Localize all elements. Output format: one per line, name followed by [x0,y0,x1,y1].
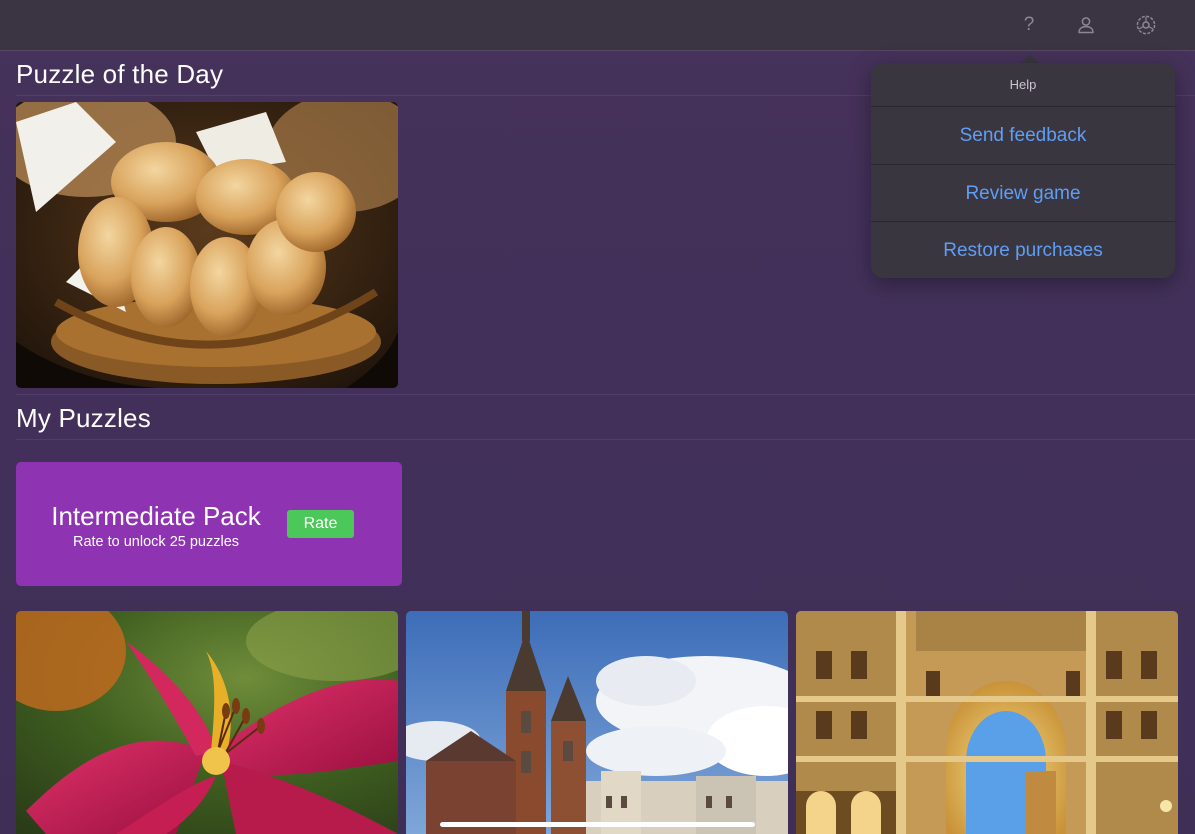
popover-header: Help [1009,77,1037,92]
send-feedback-button[interactable]: Send feedback [871,106,1175,164]
section-divider [16,394,1195,395]
review-game-button[interactable]: Review game [871,164,1175,222]
daily-puzzle-tile[interactable] [16,102,398,388]
puzzle-tile[interactable] [406,611,788,834]
arcade-building-image [796,611,1178,834]
intermediate-pack-card[interactable]: Intermediate Pack Rate to unlock 25 puzz… [16,462,402,586]
rate-button[interactable]: Rate [287,510,354,538]
pack-title: Intermediate Pack [51,501,261,531]
help-popover: Help Send feedback Review game Restore p… [871,63,1175,278]
pack-subtitle: Rate to unlock 25 puzzles [72,534,240,550]
lily-flower-image [16,611,398,834]
my-puzzles-title: My Puzzles [16,403,151,433]
section-divider [16,439,1195,440]
account-button[interactable] [1071,10,1101,40]
home-indicator[interactable] [440,822,755,827]
help-button[interactable]: ? [1014,10,1044,40]
gear-icon [1136,15,1156,35]
church-towers-image [406,611,788,834]
help-icon: ? [1023,14,1035,35]
puzzle-tile[interactable] [796,611,1178,834]
person-icon [1078,17,1094,34]
top-bar: ? [0,0,1195,51]
settings-button[interactable] [1131,10,1161,40]
restore-purchases-button[interactable]: Restore purchases [871,221,1175,279]
puzzle-of-the-day-title: Puzzle of the Day [16,59,224,89]
bread-basket-image [16,102,398,388]
puzzle-tile[interactable] [16,611,398,834]
